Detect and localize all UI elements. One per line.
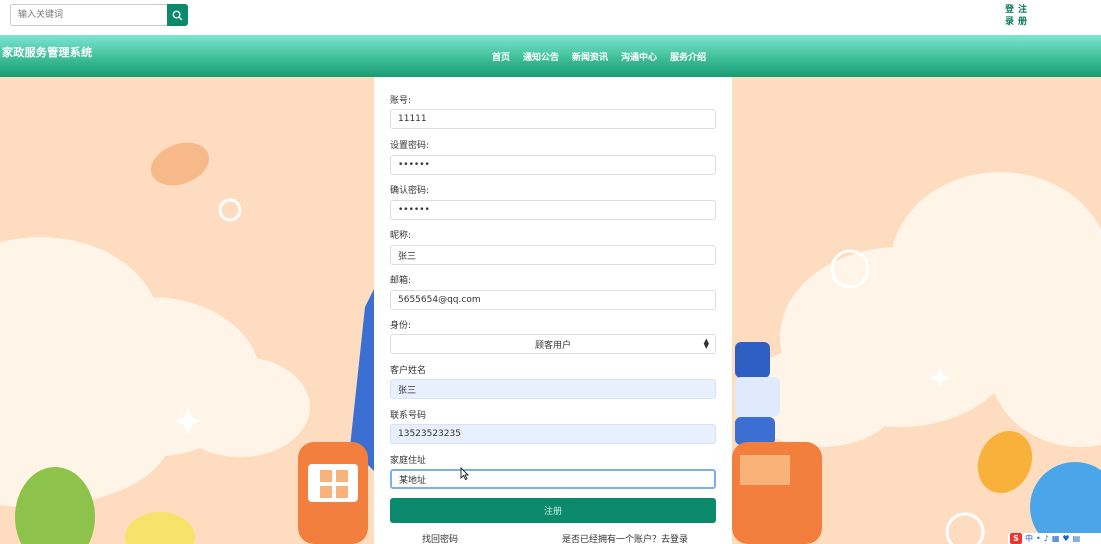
password-label: 设置密码: [390, 141, 430, 151]
address-input[interactable]: 某地址 [390, 469, 716, 489]
register-link-char-2[interactable]: 册 [1016, 16, 1029, 28]
confirm-password-input[interactable]: •••••• [390, 200, 716, 220]
toolbox-icon[interactable]: ▤ [1073, 534, 1081, 543]
site-title: 家政服务管理系统 [2, 46, 93, 59]
email-input[interactable]: 5655654@qq.com [390, 290, 716, 310]
login-link-char-1[interactable]: 登 [1003, 4, 1016, 16]
phone-label: 联系号码 [390, 411, 427, 421]
punctuation-icon[interactable]: • [1036, 534, 1041, 543]
auth-links: 登 注 录 册 [1003, 4, 1029, 28]
ime-mode[interactable]: 中 [1025, 533, 1033, 544]
nav-notices[interactable]: 通知公告 [523, 50, 559, 63]
role-select[interactable]: 顾客用户 ▲ ▼ [390, 334, 716, 354]
search-button[interactable] [167, 4, 188, 26]
account-input[interactable]: 11111 [390, 109, 716, 129]
nav-news[interactable]: 新闻资讯 [572, 50, 608, 63]
microphone-icon[interactable]: ♪ [1044, 534, 1049, 543]
select-arrows-icon: ▲ ▼ [703, 337, 709, 350]
register-link-char-1[interactable]: 注 [1016, 4, 1029, 16]
forgot-password-link[interactable]: 找回密码 [422, 532, 458, 544]
password-input[interactable]: •••••• [390, 155, 716, 175]
keyboard-icon[interactable]: ▦ [1052, 534, 1060, 543]
nav-communication[interactable]: 沟通中心 [621, 50, 657, 63]
top-bar: 登 注 录 册 [0, 0, 1101, 35]
register-form: 账号: 11111 设置密码: •••••• 确认密码: •••••• 昵称: … [374, 77, 732, 544]
login-link[interactable]: 是否已经拥有一个账户？去登录 [562, 532, 688, 544]
skin-icon[interactable]: ♥ [1062, 534, 1069, 543]
search-input[interactable] [10, 4, 167, 26]
role-label: 身份: [390, 321, 412, 331]
confirm-password-label: 确认密码: [390, 186, 430, 196]
role-selected-value: 顾客用户 [534, 340, 571, 351]
search-icon [172, 10, 183, 20]
login-link-char-2[interactable]: 录 [1003, 16, 1016, 28]
ime-toolbar[interactable]: S 中 • ♪ ▦ ♥ ▤ [1008, 533, 1101, 544]
nav-home[interactable]: 首页 [492, 50, 510, 63]
register-button[interactable]: 注册 [390, 498, 716, 523]
site-header: 家政服务管理系统 首页 通知公告 新闻资讯 沟通中心 服务介绍 [0, 35, 1101, 77]
mouse-cursor-icon [460, 467, 469, 480]
address-label: 家庭住址 [390, 456, 427, 466]
nickname-label: 昵称: [390, 231, 412, 241]
email-label: 邮箱: [390, 276, 412, 286]
nav-services[interactable]: 服务介绍 [670, 50, 706, 63]
customer-name-input[interactable]: 张三 [390, 379, 716, 399]
sogou-logo-icon: S [1010, 533, 1022, 544]
main-nav: 首页 通知公告 新闻资讯 沟通中心 服务介绍 [492, 50, 706, 63]
account-label: 账号: [390, 96, 412, 106]
nickname-input[interactable]: 张三 [390, 245, 716, 265]
customer-name-label: 客户姓名 [390, 366, 427, 376]
phone-input[interactable]: 13523523235 [390, 424, 716, 444]
